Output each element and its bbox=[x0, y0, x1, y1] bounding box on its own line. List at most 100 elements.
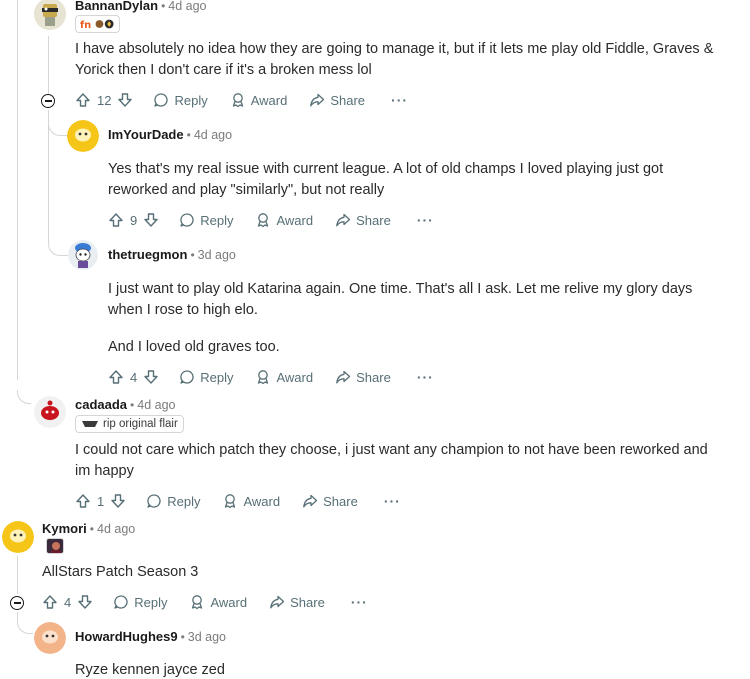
share-button[interactable]: Share bbox=[302, 493, 358, 509]
avatar[interactable] bbox=[68, 240, 98, 270]
vote-group: 9 bbox=[108, 212, 159, 228]
award-icon bbox=[192, 595, 203, 610]
more-options-button[interactable]: ··· bbox=[351, 594, 368, 610]
username[interactable]: Kymori bbox=[42, 521, 87, 536]
share-label: Share bbox=[290, 594, 325, 610]
more-options-button[interactable]: ··· bbox=[417, 212, 434, 228]
award-icon bbox=[258, 370, 269, 385]
avatar-snoo-icon bbox=[68, 240, 98, 270]
timestamp[interactable]: 4d ago bbox=[137, 398, 175, 412]
share-button[interactable]: Share bbox=[269, 594, 325, 610]
collapse-thread-button[interactable] bbox=[10, 596, 24, 610]
share-button[interactable]: Share bbox=[335, 212, 391, 228]
comment-actions: 9 Reply Award Share ··· bbox=[108, 209, 434, 231]
separator: • bbox=[89, 521, 94, 536]
share-button[interactable]: Share bbox=[335, 369, 391, 385]
vote-group: 4 bbox=[42, 594, 93, 610]
share-icon bbox=[336, 370, 351, 384]
thread-line-root bbox=[17, 0, 18, 380]
upvote-icon[interactable] bbox=[108, 369, 124, 385]
reply-button[interactable]: Reply bbox=[153, 92, 208, 108]
upvote-icon[interactable] bbox=[42, 594, 58, 610]
share-icon bbox=[303, 494, 318, 508]
award-button[interactable]: Award bbox=[255, 212, 313, 228]
separator: • bbox=[190, 247, 195, 262]
comment-meta: HowardHughes9 • 3d ago bbox=[75, 629, 226, 644]
upvote-icon[interactable] bbox=[108, 212, 124, 228]
thread-connector-cadaada bbox=[17, 390, 31, 404]
downvote-icon[interactable] bbox=[117, 92, 133, 108]
upvote-icon[interactable] bbox=[75, 493, 91, 509]
avatar[interactable] bbox=[34, 622, 66, 654]
reply-button[interactable]: Reply bbox=[179, 212, 233, 228]
reply-icon bbox=[180, 370, 194, 384]
award-button[interactable]: Award bbox=[230, 92, 288, 108]
award-icon bbox=[258, 213, 269, 228]
award-icon bbox=[232, 93, 243, 108]
reply-icon bbox=[114, 595, 128, 609]
reply-label: Reply bbox=[200, 369, 234, 385]
timestamp[interactable]: 3d ago bbox=[188, 630, 226, 644]
comment-meta: cadaada • 4d ago bbox=[75, 397, 175, 412]
reply-button[interactable]: Reply bbox=[146, 493, 200, 509]
more-options-button[interactable]: ··· bbox=[417, 369, 434, 385]
reply-icon bbox=[180, 213, 194, 227]
avatar[interactable] bbox=[2, 521, 34, 553]
reply-button[interactable]: Reply bbox=[179, 369, 233, 385]
avatar-snoo-icon bbox=[34, 622, 66, 654]
avatar-snoo-icon bbox=[67, 120, 99, 152]
comment-actions: 4 Reply Award Share ··· bbox=[42, 591, 368, 613]
comment-actions: 12 Reply Award Share ··· bbox=[75, 89, 408, 111]
flair-emblem-icon: fn bbox=[80, 19, 114, 30]
award-button[interactable]: Award bbox=[255, 369, 313, 385]
upvote-icon[interactable] bbox=[75, 92, 91, 108]
comment-meta: thetruegmon • 3d ago bbox=[108, 247, 236, 262]
username[interactable]: thetruegmon bbox=[108, 247, 187, 262]
award-button[interactable]: Award bbox=[222, 493, 280, 509]
award-label: Award bbox=[276, 369, 314, 385]
thread-connector-imyourdade bbox=[48, 116, 68, 136]
reply-label: Reply bbox=[174, 92, 208, 108]
downvote-icon[interactable] bbox=[77, 594, 93, 610]
avatar[interactable] bbox=[67, 120, 99, 152]
more-options-button[interactable]: ··· bbox=[384, 493, 401, 509]
comment-body: Ryze kennen jayce zed bbox=[75, 662, 225, 678]
award-label: Award bbox=[243, 493, 281, 509]
downvote-icon[interactable] bbox=[143, 369, 159, 385]
award-button[interactable]: Award bbox=[189, 594, 247, 610]
comment-body: AllStars Patch Season 3 bbox=[42, 564, 199, 580]
avatar[interactable] bbox=[34, 0, 66, 30]
share-button[interactable]: Share bbox=[309, 92, 365, 108]
username[interactable]: ImYourDade bbox=[108, 127, 184, 142]
vote-count: 4 bbox=[130, 369, 138, 385]
thread-line-kymori bbox=[17, 556, 18, 594]
user-flair: rip original flair bbox=[75, 415, 184, 433]
timestamp[interactable]: 3d ago bbox=[198, 248, 236, 262]
avatar[interactable] bbox=[34, 396, 66, 428]
award-label: Award bbox=[250, 92, 288, 108]
reply-icon bbox=[147, 494, 161, 508]
reply-button[interactable]: Reply bbox=[113, 594, 167, 610]
reply-label: Reply bbox=[200, 212, 234, 228]
downvote-icon[interactable] bbox=[110, 493, 126, 509]
username[interactable]: BannanDylan bbox=[75, 0, 158, 13]
comment-body: I could not care which patch they choose… bbox=[75, 442, 708, 479]
downvote-icon[interactable] bbox=[143, 212, 159, 228]
collapse-thread-button[interactable] bbox=[41, 94, 55, 108]
timestamp[interactable]: 4d ago bbox=[168, 0, 206, 13]
share-icon bbox=[310, 93, 325, 107]
more-options-button[interactable]: ··· bbox=[391, 92, 408, 108]
timestamp[interactable]: 4d ago bbox=[97, 522, 135, 536]
username[interactable]: cadaada bbox=[75, 397, 127, 412]
reply-label: Reply bbox=[167, 493, 201, 509]
flair-text: rip original flair bbox=[103, 418, 178, 430]
flair-portrait-icon bbox=[47, 539, 63, 553]
share-label: Share bbox=[330, 92, 366, 108]
share-icon bbox=[270, 595, 285, 609]
award-label: Award bbox=[276, 212, 314, 228]
avatar-snoo-icon bbox=[34, 0, 66, 30]
comment-actions: 1 Reply Award Share ··· bbox=[75, 490, 401, 512]
vote-count: 12 bbox=[97, 92, 112, 108]
timestamp[interactable]: 4d ago bbox=[194, 128, 232, 142]
username[interactable]: HowardHughes9 bbox=[75, 629, 178, 644]
